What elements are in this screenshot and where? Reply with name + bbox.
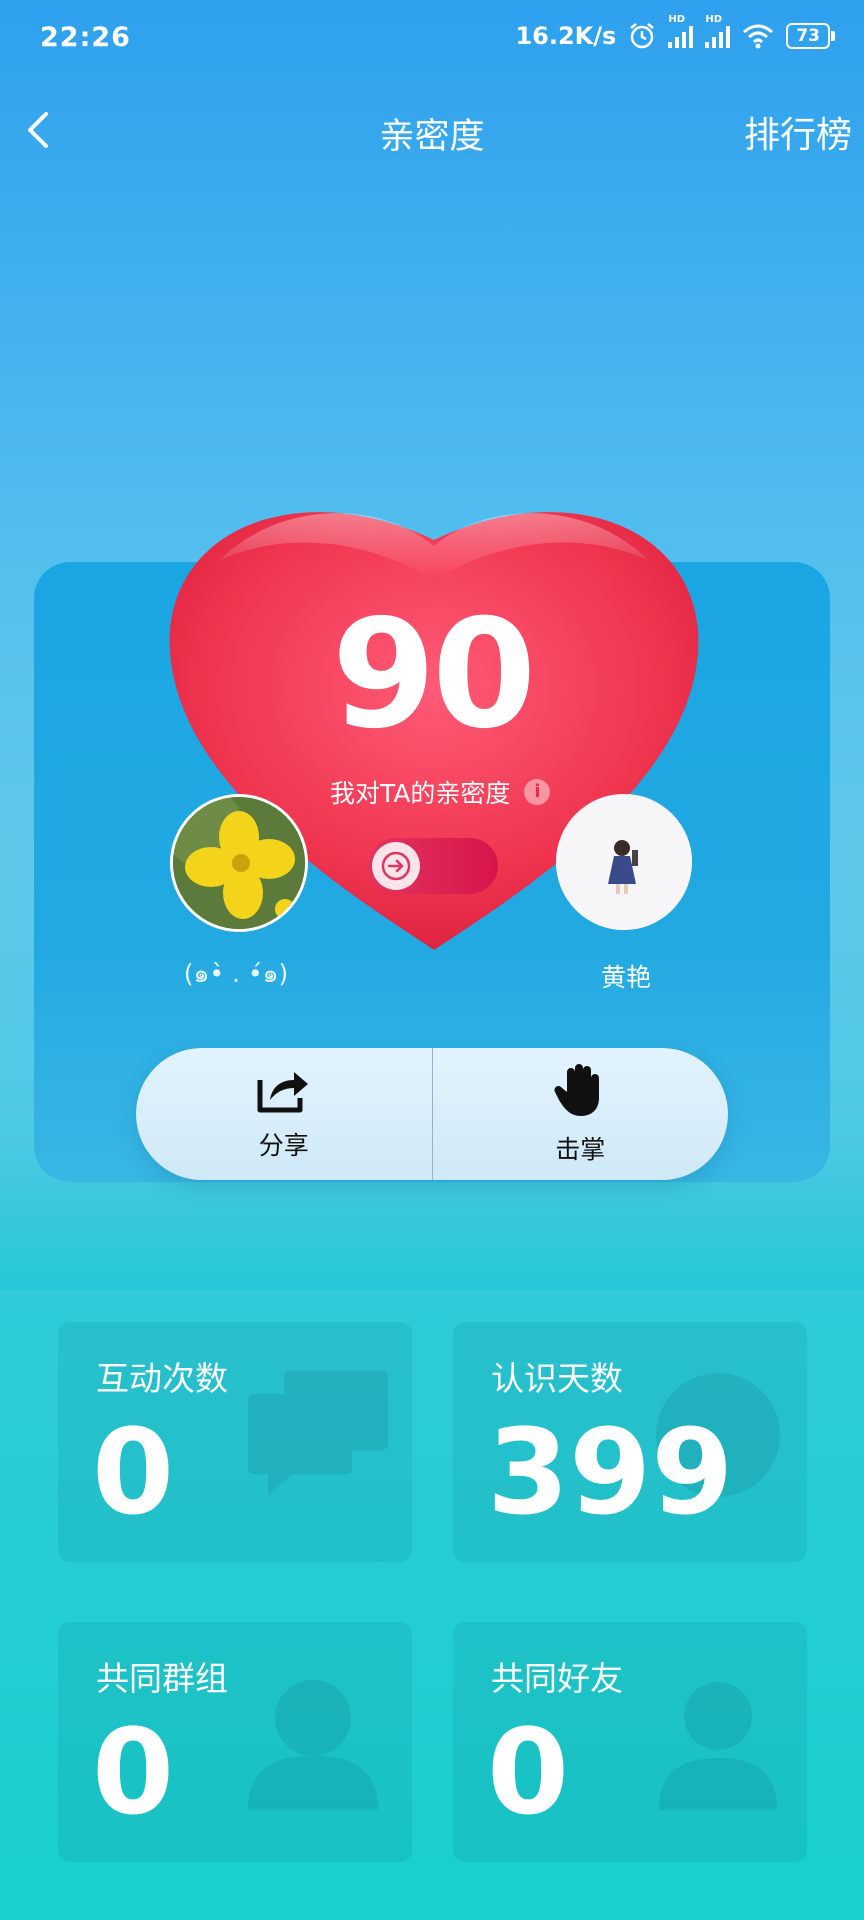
share-label: 分享: [258, 1131, 309, 1160]
chat-bubbles-icon: [248, 1370, 388, 1496]
status-right: 16.2K/s HD HD 73: [515, 14, 835, 50]
ta-avatar[interactable]: [556, 794, 692, 930]
action-bar: 分享 击掌: [136, 1048, 728, 1180]
info-icon[interactable]: i: [524, 779, 551, 805]
nav-bar: 亲密度 排行榜: [0, 92, 864, 172]
ranking-button[interactable]: 排行榜: [744, 106, 852, 158]
wifi-icon: [743, 24, 774, 49]
share-button[interactable]: 分享: [136, 1048, 432, 1180]
high-five-button[interactable]: 击掌: [431, 1048, 729, 1180]
stat-label: 互动次数: [96, 1359, 228, 1398]
signal-icon: HD: [668, 14, 694, 48]
share-icon: [257, 1072, 308, 1113]
intimacy-label: 我对TA的亲密度: [330, 779, 511, 808]
girl-illustration: [556, 794, 692, 930]
high-five-label: 击掌: [555, 1135, 606, 1164]
status-bar: 22:26 16.2K/s HD HD 73: [0, 0, 864, 78]
direction-toggle[interactable]: [368, 838, 498, 894]
signal-icon: HD: [705, 14, 731, 48]
alarm-icon: [630, 23, 655, 49]
stat-label: 共同好友: [491, 1659, 623, 1698]
person-icon: [659, 1682, 777, 1810]
stat-label: 共同群组: [96, 1659, 228, 1698]
stat-value: 0: [92, 1703, 175, 1841]
page-title: 亲密度: [379, 117, 485, 157]
battery-icon: 73: [786, 23, 835, 49]
arrow-right-icon: [372, 842, 420, 890]
high-five-hand-icon: [554, 1064, 600, 1116]
stat-card-interactions: 互动次数 0: [58, 1322, 412, 1562]
stat-card-common-friends: 共同好友 0: [453, 1622, 807, 1862]
stat-value: 0: [487, 1703, 570, 1841]
yellow-flower-photo: [173, 797, 305, 929]
my-name: (๑•̀ . •́๑): [183, 959, 289, 988]
intimacy-label-row: 我对TA的亲密度 i: [330, 774, 551, 810]
status-time: 22:26: [40, 22, 131, 53]
ta-name: 黄艳: [600, 963, 651, 992]
group-icon: [248, 1680, 378, 1810]
stat-card-common-groups: 共同群组 0: [58, 1622, 412, 1862]
my-avatar[interactable]: [170, 794, 308, 932]
net-speed: 16.2K/s: [515, 22, 617, 50]
stat-value: 399: [487, 1403, 734, 1541]
stat-label: 认识天数: [491, 1359, 623, 1398]
intimacy-score: 90: [331, 588, 537, 762]
stat-card-days-known: 认识天数 399: [453, 1322, 807, 1562]
stat-value: 0: [92, 1403, 175, 1541]
